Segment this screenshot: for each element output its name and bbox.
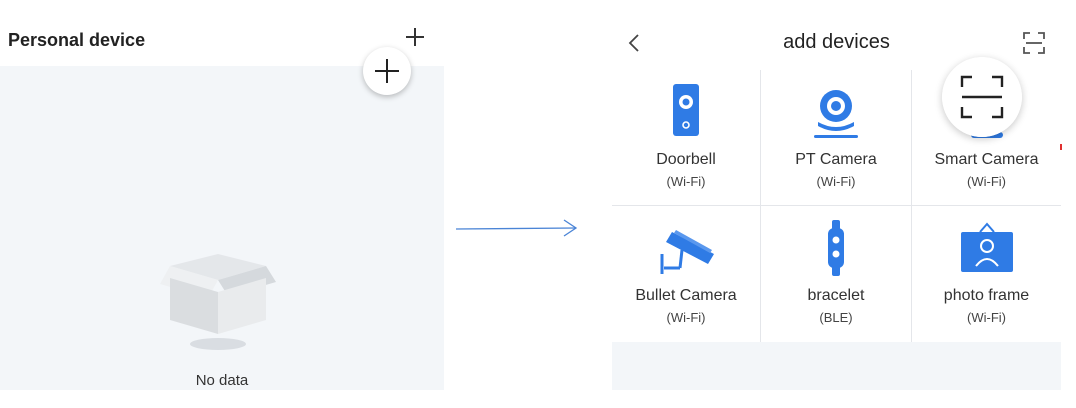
bullet-camera-icon bbox=[660, 230, 714, 274]
empty-state-text: No data bbox=[195, 372, 249, 389]
device-name: Smart Camera bbox=[934, 151, 1039, 168]
scan-qr-magnified-icon[interactable] bbox=[942, 57, 1022, 137]
add-device-plus-icon[interactable] bbox=[404, 26, 426, 48]
device-protocol: (Wi-Fi) bbox=[666, 174, 706, 189]
bracelet-icon bbox=[828, 220, 844, 276]
device-protocol: (Wi-Fi) bbox=[967, 310, 1006, 325]
photo-frame-icon bbox=[960, 222, 1013, 272]
arrow-right-icon bbox=[455, 219, 578, 237]
device-protocol: (BLE) bbox=[819, 310, 853, 325]
empty-box-icon bbox=[160, 254, 276, 350]
device-tile-photo-frame[interactable]: photo frame (Wi-Fi) bbox=[912, 206, 1061, 342]
device-protocol: (Wi-Fi) bbox=[666, 310, 706, 325]
doorbell-icon bbox=[673, 84, 699, 136]
edge-indicator bbox=[1060, 144, 1062, 150]
page-title: add devices bbox=[783, 31, 890, 53]
device-tile-pt-camera[interactable]: PT Camera (Wi-Fi) bbox=[761, 70, 911, 205]
device-tile-bullet-camera[interactable]: Bullet Camera (Wi-Fi) bbox=[612, 206, 760, 342]
device-name: bracelet bbox=[807, 287, 865, 304]
device-name: PT Camera bbox=[795, 151, 877, 168]
device-protocol: (Wi-Fi) bbox=[967, 174, 1006, 189]
add-device-magnified-icon[interactable] bbox=[363, 47, 411, 95]
device-protocol: (Wi-Fi) bbox=[816, 174, 856, 189]
device-tile-doorbell[interactable]: Doorbell (Wi-Fi) bbox=[612, 70, 760, 205]
grid-empty-area bbox=[612, 342, 1061, 390]
page-title: Personal device bbox=[8, 30, 146, 50]
pt-camera-icon bbox=[814, 90, 858, 138]
device-name: Doorbell bbox=[656, 151, 716, 168]
device-name: Bullet Camera bbox=[635, 287, 737, 304]
scan-qr-icon[interactable] bbox=[1022, 31, 1046, 55]
device-name: photo frame bbox=[943, 287, 1030, 304]
device-tile-bracelet[interactable]: bracelet (BLE) bbox=[761, 206, 911, 342]
